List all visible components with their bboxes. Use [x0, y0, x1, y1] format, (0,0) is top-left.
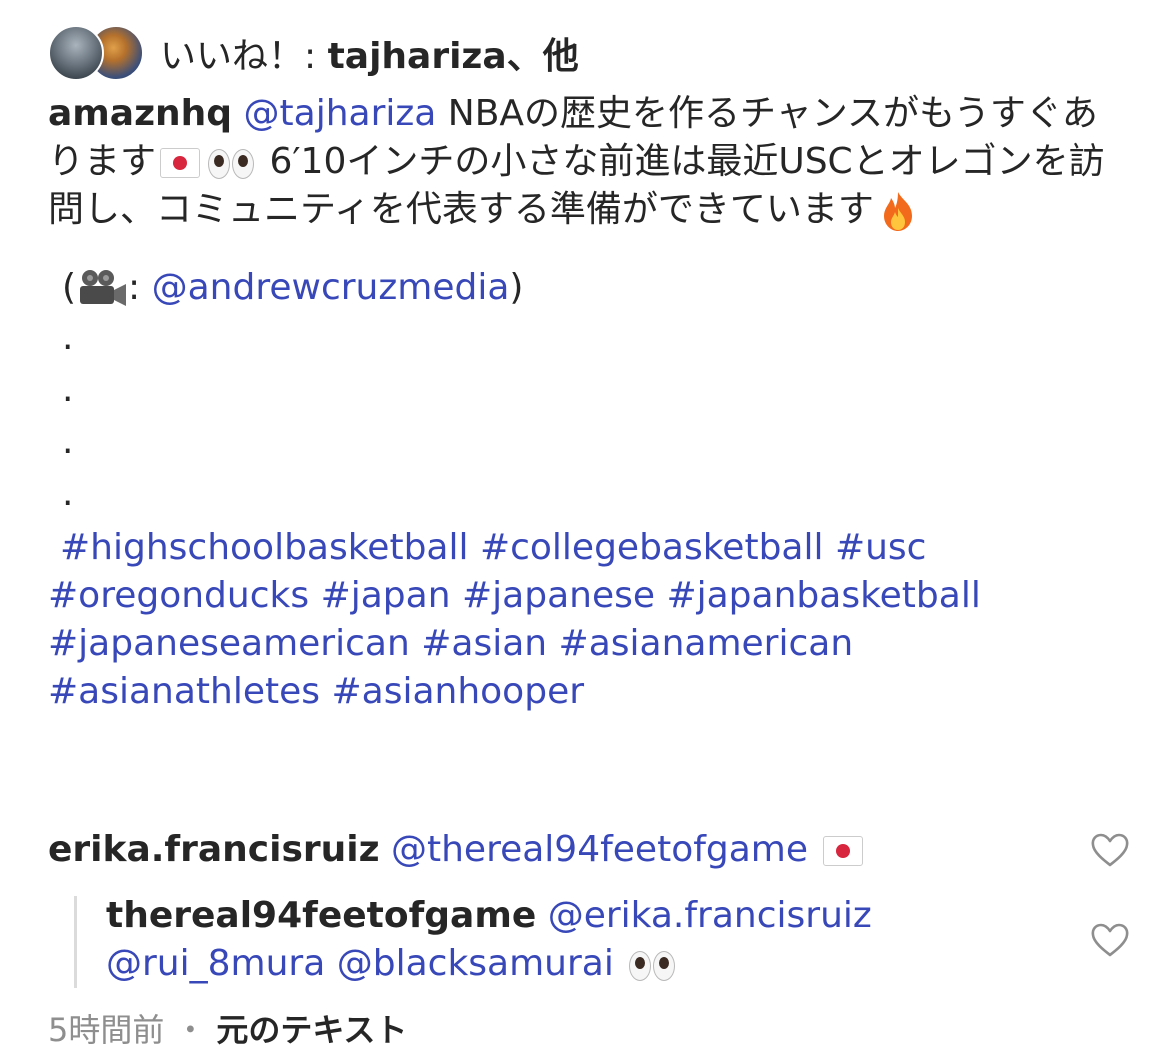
- post-meta: 5時間前・元のテキスト: [48, 1008, 407, 1052]
- hashtag[interactable]: #usc: [835, 527, 927, 568]
- eyes-icon: [629, 949, 676, 981]
- hashtag[interactable]: #collegebasketball: [480, 527, 824, 568]
- reply-thread-line: [74, 896, 77, 988]
- caption-mention[interactable]: @tajhariza: [244, 93, 437, 134]
- comment-mention[interactable]: @thereal94feetofgame: [391, 829, 808, 870]
- japan-flag-icon: [823, 836, 864, 866]
- meta-separator: ・: [174, 1011, 207, 1049]
- reply-text: thereal94feetofgame @erika.francisruiz @…: [106, 892, 1056, 988]
- hashtag[interactable]: #asian: [421, 623, 547, 664]
- hashtag-line: #japaneseamerican #asian #asianamerican: [48, 620, 1123, 668]
- hashtag-line: #oregonducks #japan #japanese #japanbask…: [48, 572, 1123, 620]
- hashtag[interactable]: #japanese: [462, 575, 655, 616]
- hashtag-list: #highschoolbasketball #collegebasketball…: [48, 524, 1123, 716]
- japan-flag-icon: [160, 148, 201, 178]
- hashtag-line: #asianathletes #asianhooper: [48, 668, 1123, 716]
- comment: erika.francisruiz @thereal94feetofgame: [48, 820, 1129, 880]
- hashtag[interactable]: #asianhooper: [331, 671, 584, 712]
- reply-line: thereal94feetofgame @erika.francisruiz: [106, 892, 1056, 940]
- reply-author[interactable]: thereal94feetofgame: [106, 895, 536, 936]
- movie-camera-icon: [80, 270, 127, 306]
- hashtag[interactable]: #asianathletes: [48, 671, 320, 712]
- credit-paren-open: (: [62, 267, 77, 308]
- hashtag[interactable]: #oregonducks: [48, 575, 309, 616]
- liked-by-text[interactable]: いいね！: tajhariza、他: [160, 27, 579, 79]
- comment-author[interactable]: erika.francisruiz: [48, 829, 380, 870]
- hashtag-line: #highschoolbasketball #collegebasketball…: [60, 524, 1123, 572]
- reply-mention[interactable]: @rui_8mura: [106, 943, 325, 984]
- reply-mention[interactable]: @blacksamurai: [337, 943, 614, 984]
- reply-mention[interactable]: @erika.francisruiz: [548, 895, 872, 936]
- caption-dot: .: [62, 421, 74, 462]
- credit-mention[interactable]: @andrewcruzmedia: [152, 267, 510, 308]
- liked-by-others[interactable]: 、他: [507, 36, 579, 77]
- caption-dot: .: [62, 317, 74, 358]
- timestamp: 5時間前: [48, 1011, 165, 1049]
- credit-paren-close: ): [509, 267, 524, 308]
- comment-text: erika.francisruiz @thereal94feetofgame: [48, 826, 867, 874]
- hashtag[interactable]: #asianamerican: [559, 623, 854, 664]
- eyes-icon: [208, 147, 255, 179]
- liked-by-label: いいね！:: [160, 36, 328, 77]
- caption-body: amaznhq @tajhariza NBAの歴史を作るチャンスがもうすぐありま…: [48, 90, 1123, 234]
- heart-icon[interactable]: [1090, 922, 1130, 958]
- liked-by-username[interactable]: tajhariza: [328, 36, 507, 77]
- caption-text: 6′10インチの小さな前進は最近USCとオレゴンを訪問し、コミュニティを代表する…: [48, 141, 1105, 230]
- reply-line: @rui_8mura @blacksamurai: [106, 940, 1056, 988]
- reply-comment: thereal94feetofgame @erika.francisruiz @…: [74, 892, 1129, 988]
- video-credit: ( : @andrewcruzmedia): [62, 264, 1123, 312]
- hashtag[interactable]: #japaneseamerican: [48, 623, 410, 664]
- caption-dot: .: [62, 473, 74, 514]
- liker-avatars[interactable]: [48, 25, 148, 81]
- heart-icon[interactable]: [1090, 832, 1130, 868]
- hashtag[interactable]: #highschoolbasketball: [60, 527, 468, 568]
- see-original-button[interactable]: 元のテキスト: [216, 1011, 407, 1049]
- hashtag[interactable]: #japanbasketball: [666, 575, 980, 616]
- hashtag[interactable]: #japan: [321, 575, 451, 616]
- credit-colon: :: [128, 267, 152, 308]
- avatar[interactable]: [48, 25, 104, 81]
- fire-icon: [883, 192, 912, 231]
- caption-dot: .: [62, 369, 74, 410]
- post-caption: amaznhq @tajhariza NBAの歴史を作るチャンスがもうすぐありま…: [48, 90, 1123, 716]
- liked-by-row[interactable]: いいね！: tajhariza、他: [48, 20, 579, 86]
- caption-author[interactable]: amaznhq: [48, 93, 232, 134]
